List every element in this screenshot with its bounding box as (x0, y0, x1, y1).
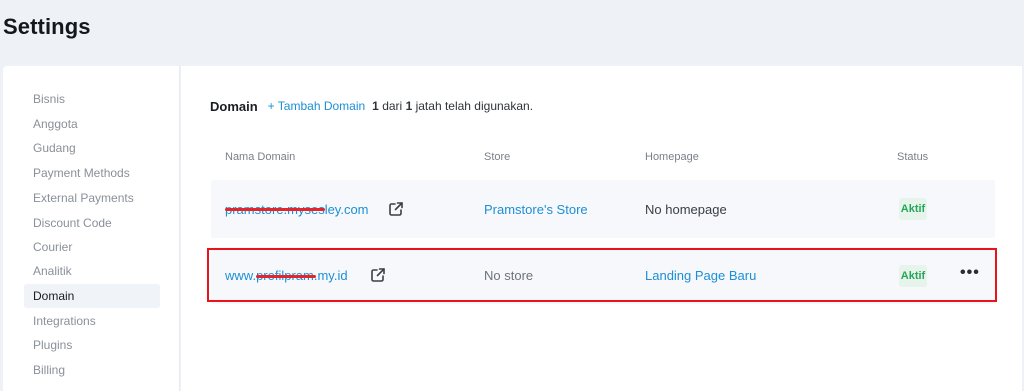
homepage-value: No homepage (645, 201, 727, 217)
store-link[interactable]: Pramstore's Store (484, 180, 588, 238)
column-header-store: Store (484, 151, 511, 163)
domain-cell: pramstore.mysesley.com (225, 180, 369, 238)
domain-tld: .com (340, 201, 369, 217)
redaction-mark (225, 208, 325, 211)
sidebar-item-external-payments[interactable]: External Payments (24, 186, 160, 210)
domain-usage-text: 1 dari 1 jatah telah digunakan. (372, 99, 533, 113)
status-badge: Aktif (899, 198, 927, 220)
sidebar-item-bisnis[interactable]: Bisnis (24, 87, 160, 111)
sidebar-item-discount-code[interactable]: Discount Code (24, 211, 160, 235)
sidebar-item-domain[interactable]: Domain (24, 284, 160, 308)
sidebar-item-analitik[interactable]: Analitik (24, 259, 160, 283)
external-link-icon[interactable] (387, 200, 405, 218)
highlight-annotation (207, 248, 997, 302)
sidebar-item-integrations[interactable]: Integrations (24, 309, 160, 333)
domain-header: Domain + Tambah Domain 1 dari 1 jatah te… (210, 96, 533, 116)
column-header-homepage: Homepage (645, 151, 699, 163)
domain-link[interactable]: pramstore.mysesley.com (225, 202, 369, 217)
table-row: pramstore.mysesley.com Pramstore's Store… (211, 180, 995, 238)
domain-panel: Domain + Tambah Domain 1 dari 1 jatah te… (181, 66, 1022, 391)
column-header-status: Status (897, 151, 929, 163)
sidebar-item-plugins[interactable]: Plugins (24, 333, 160, 357)
usage-mid: dari (382, 99, 403, 113)
settings-sidebar: Bisnis Anggota Gudang Payment Methods Ex… (3, 66, 180, 391)
sidebar-item-anggota[interactable]: Anggota (24, 112, 160, 136)
sidebar-item-gudang[interactable]: Gudang (24, 136, 160, 160)
page-title: Settings (3, 14, 91, 39)
section-title: Domain (210, 98, 258, 114)
usage-total: 1 (405, 99, 413, 113)
add-domain-link[interactable]: + Tambah Domain (268, 99, 366, 113)
usage-tail: jatah telah digunakan. (415, 99, 534, 113)
column-header-domain: Nama Domain (225, 151, 296, 163)
sidebar-item-courier[interactable]: Courier (24, 235, 160, 259)
usage-used: 1 (372, 99, 379, 113)
sidebar-item-billing[interactable]: Billing (24, 358, 160, 382)
sidebar-item-payment-methods[interactable]: Payment Methods (24, 161, 160, 185)
